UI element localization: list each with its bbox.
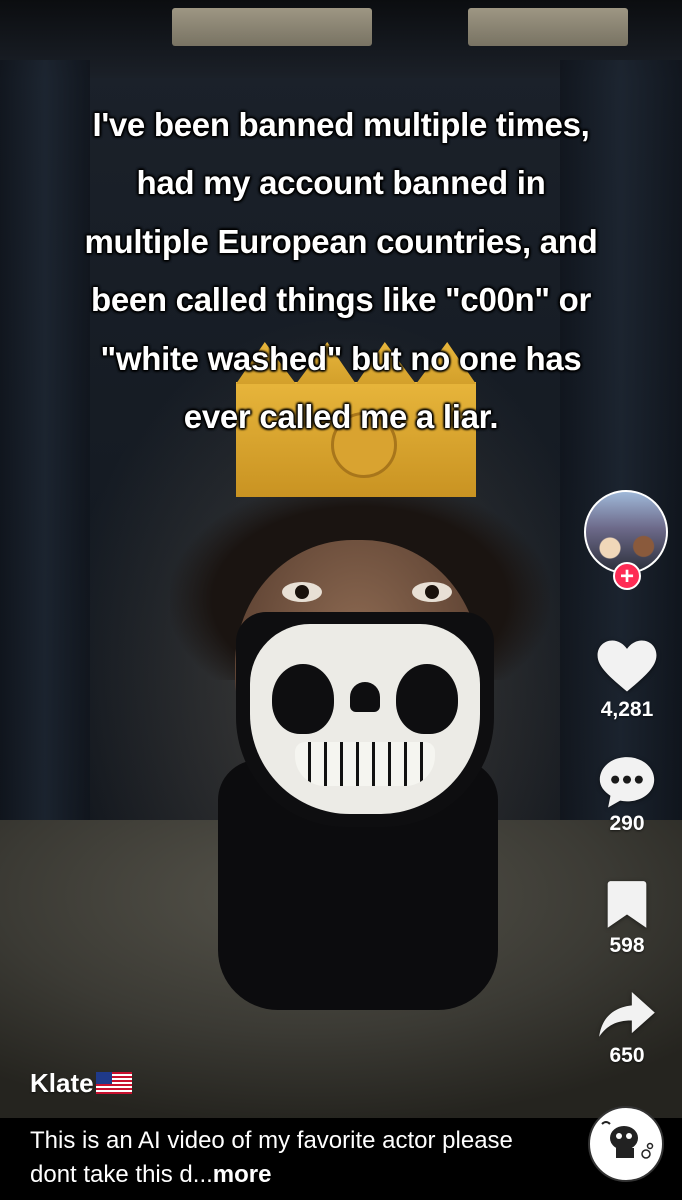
caption-line: been called things like "c00n" or: [90, 281, 592, 319]
bookmark-action: 598: [572, 880, 682, 958]
comment-icon[interactable]: [598, 756, 656, 808]
video-description[interactable]: This is an AI video of my favorite actor…: [30, 1124, 550, 1192]
video-person-eye: [282, 582, 322, 602]
share-action: 650: [572, 990, 682, 1068]
like-action: 4,281: [572, 640, 682, 722]
video-caption-overlay: I've been banned multiple times, had my …: [30, 96, 652, 446]
bookmark-icon[interactable]: [605, 880, 649, 930]
plus-icon: +: [619, 563, 634, 590]
share-icon[interactable]: [598, 990, 656, 1040]
share-count: 650: [609, 1044, 645, 1067]
video-person-eye: [412, 582, 452, 602]
like-count: 4,281: [600, 698, 654, 721]
creator-username[interactable]: Klate: [30, 1068, 132, 1101]
background-light: [468, 8, 628, 46]
caption-line: I've been banned multiple times,: [92, 106, 590, 143]
caption-line: "white washed" but no one has: [100, 339, 582, 377]
us-flag-icon: [95, 1070, 132, 1101]
caption-line: ever called me a liar.: [183, 398, 499, 436]
caption-line: multiple European countries, and: [84, 222, 598, 260]
heart-icon[interactable]: [597, 640, 657, 694]
caption-line: had my account banned in: [136, 164, 546, 202]
username-text: Klate: [30, 1068, 94, 1098]
creator-avatar-group: +: [584, 490, 668, 590]
video-skull-mask: [236, 612, 494, 827]
more-link[interactable]: more: [213, 1161, 272, 1188]
background-light: [172, 8, 372, 46]
follow-button[interactable]: +: [613, 562, 641, 590]
comment-count: 290: [609, 812, 645, 835]
bookmark-count: 598: [609, 934, 645, 957]
comment-action: 290: [572, 756, 682, 836]
sound-disc-icon[interactable]: [588, 1106, 664, 1182]
